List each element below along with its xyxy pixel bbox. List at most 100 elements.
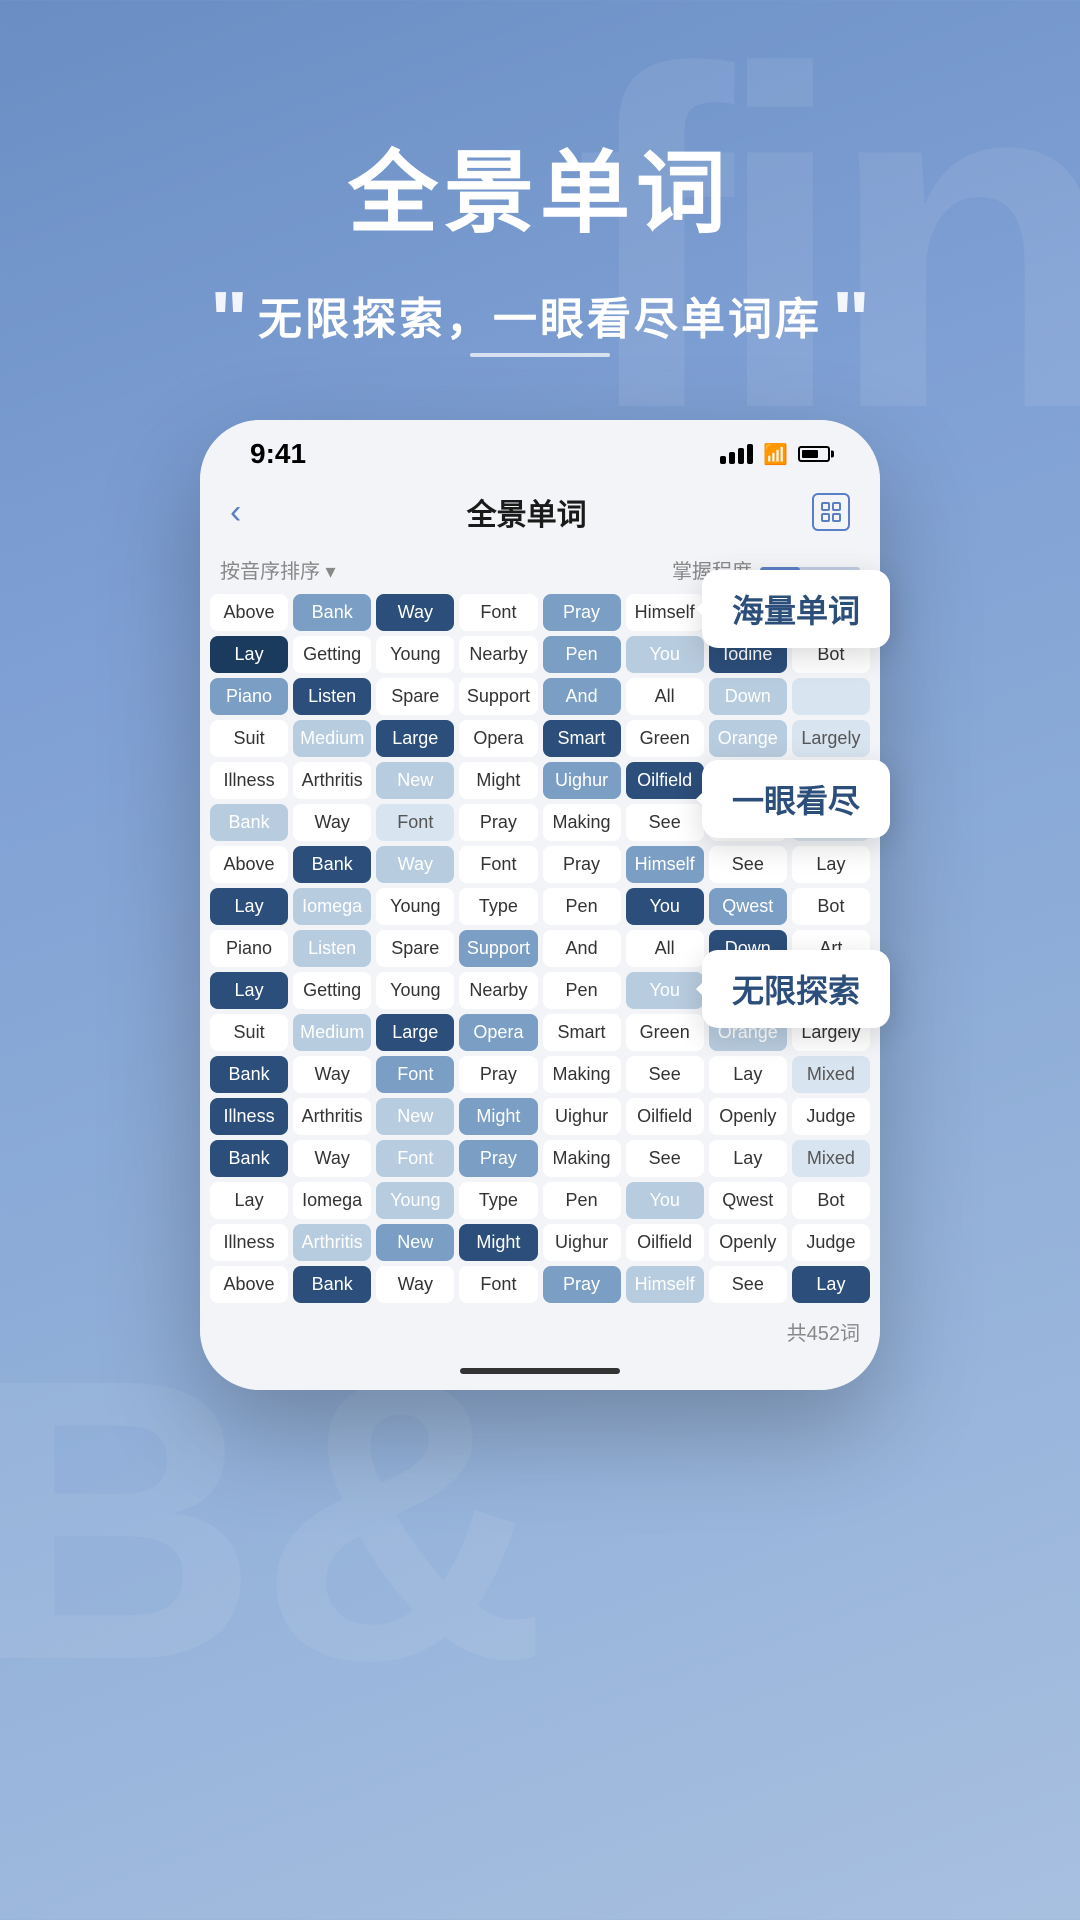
word-cell[interactable]: New (376, 1098, 454, 1135)
word-cell[interactable]: Way (376, 1266, 454, 1303)
word-cell[interactable]: Getting (293, 972, 371, 1009)
word-cell[interactable]: Lay (709, 1140, 787, 1177)
word-cell[interactable]: Font (376, 804, 454, 841)
word-cell[interactable]: Nearby (459, 972, 537, 1009)
word-cell[interactable]: And (543, 678, 621, 715)
word-cell[interactable]: Font (459, 1266, 537, 1303)
word-cell[interactable]: Might (459, 1098, 537, 1135)
word-cell[interactable]: Way (293, 1056, 371, 1093)
word-cell[interactable]: Green (626, 1014, 704, 1051)
word-cell[interactable]: Pray (459, 1140, 537, 1177)
word-cell[interactable]: Pen (543, 972, 621, 1009)
word-cell[interactable]: Listen (293, 930, 371, 967)
word-cell[interactable]: Lay (210, 888, 288, 925)
word-cell[interactable]: Way (293, 1140, 371, 1177)
word-cell[interactable]: Medium (293, 720, 371, 757)
word-cell[interactable]: Bot (792, 888, 870, 925)
word-cell[interactable]: Orange (709, 720, 787, 757)
word-cell[interactable]: All (626, 930, 704, 967)
word-cell[interactable]: Himself (626, 846, 704, 883)
word-cell[interactable]: Openly (709, 1098, 787, 1135)
word-cell[interactable]: Largely (792, 720, 870, 757)
word-cell[interactable]: Himself (626, 1266, 704, 1303)
word-cell[interactable]: Support (459, 678, 537, 715)
word-cell[interactable]: Young (376, 636, 454, 673)
word-cell[interactable]: Opera (459, 720, 537, 757)
word-cell[interactable]: Pray (459, 804, 537, 841)
word-cell[interactable]: Above (210, 1266, 288, 1303)
word-cell[interactable]: See (709, 1266, 787, 1303)
word-cell[interactable]: Iomega (293, 1182, 371, 1219)
word-cell[interactable]: Spare (376, 930, 454, 967)
word-cell[interactable]: Bank (293, 846, 371, 883)
word-cell[interactable]: Young (376, 1182, 454, 1219)
word-cell[interactable]: Bot (792, 1182, 870, 1219)
word-cell[interactable]: Listen (293, 678, 371, 715)
word-cell[interactable]: Judge (792, 1098, 870, 1135)
word-cell[interactable]: Support (459, 930, 537, 967)
word-cell[interactable]: Mixed (792, 1140, 870, 1177)
word-cell[interactable]: Smart (543, 1014, 621, 1051)
word-cell[interactable]: Piano (210, 678, 288, 715)
word-cell[interactable]: Suit (210, 1014, 288, 1051)
word-cell[interactable]: Above (210, 594, 288, 631)
word-cell[interactable]: Making (543, 1140, 621, 1177)
expand-icon[interactable] (812, 493, 850, 531)
word-cell[interactable]: Above (210, 846, 288, 883)
word-cell[interactable]: Way (293, 804, 371, 841)
word-cell[interactable]: Lay (210, 972, 288, 1009)
word-cell[interactable]: You (626, 888, 704, 925)
word-cell[interactable]: Openly (709, 1224, 787, 1261)
word-cell[interactable]: Opera (459, 1014, 537, 1051)
word-cell[interactable]: Mixed (792, 1056, 870, 1093)
word-cell[interactable]: Pray (543, 1266, 621, 1303)
word-cell[interactable]: Bank (210, 1056, 288, 1093)
word-cell[interactable]: Way (376, 846, 454, 883)
word-cell[interactable]: Type (459, 1182, 537, 1219)
back-button[interactable]: ‹ (230, 493, 241, 532)
word-cell[interactable]: Font (459, 594, 537, 631)
word-cell[interactable]: Oilfield (626, 1224, 704, 1261)
word-cell[interactable]: Large (376, 720, 454, 757)
word-cell[interactable]: Qwest (709, 888, 787, 925)
word-cell[interactable]: Pray (543, 846, 621, 883)
word-cell[interactable] (792, 678, 870, 715)
word-cell[interactable]: Illness (210, 1098, 288, 1135)
word-cell[interactable]: Font (459, 846, 537, 883)
word-cell[interactable]: New (376, 762, 454, 799)
word-cell[interactable]: Arthritis (293, 1224, 371, 1261)
word-cell[interactable]: Green (626, 720, 704, 757)
word-cell[interactable]: Arthritis (293, 762, 371, 799)
word-cell[interactable]: See (626, 1140, 704, 1177)
word-cell[interactable]: Uighur (543, 1098, 621, 1135)
word-cell[interactable]: Bank (293, 594, 371, 631)
word-cell[interactable]: Large (376, 1014, 454, 1051)
word-cell[interactable]: Lay (210, 1182, 288, 1219)
word-cell[interactable]: Judge (792, 1224, 870, 1261)
word-cell[interactable]: Bank (293, 1266, 371, 1303)
word-cell[interactable]: Font (376, 1056, 454, 1093)
word-cell[interactable]: Lay (709, 1056, 787, 1093)
word-cell[interactable]: Pray (543, 594, 621, 631)
word-cell[interactable]: Qwest (709, 1182, 787, 1219)
word-cell[interactable]: Oilfield (626, 1098, 704, 1135)
word-cell[interactable]: Making (543, 804, 621, 841)
word-cell[interactable]: New (376, 1224, 454, 1261)
word-cell[interactable]: Young (376, 972, 454, 1009)
word-cell[interactable]: Lay (792, 846, 870, 883)
word-cell[interactable]: Uighur (543, 1224, 621, 1261)
word-cell[interactable]: Font (376, 1140, 454, 1177)
word-cell[interactable]: See (709, 846, 787, 883)
word-cell[interactable]: Illness (210, 1224, 288, 1261)
word-cell[interactable]: Might (459, 762, 537, 799)
word-cell[interactable]: Pen (543, 636, 621, 673)
word-cell[interactable]: All (626, 678, 704, 715)
word-cell[interactable]: Type (459, 888, 537, 925)
word-cell[interactable]: Uighur (543, 762, 621, 799)
word-cell[interactable]: Smart (543, 720, 621, 757)
word-cell[interactable]: Arthritis (293, 1098, 371, 1135)
word-cell[interactable]: Pen (543, 1182, 621, 1219)
sort-label[interactable]: 按音序排序 ▾ (220, 555, 336, 584)
word-cell[interactable]: Lay (210, 636, 288, 673)
word-cell[interactable]: Nearby (459, 636, 537, 673)
